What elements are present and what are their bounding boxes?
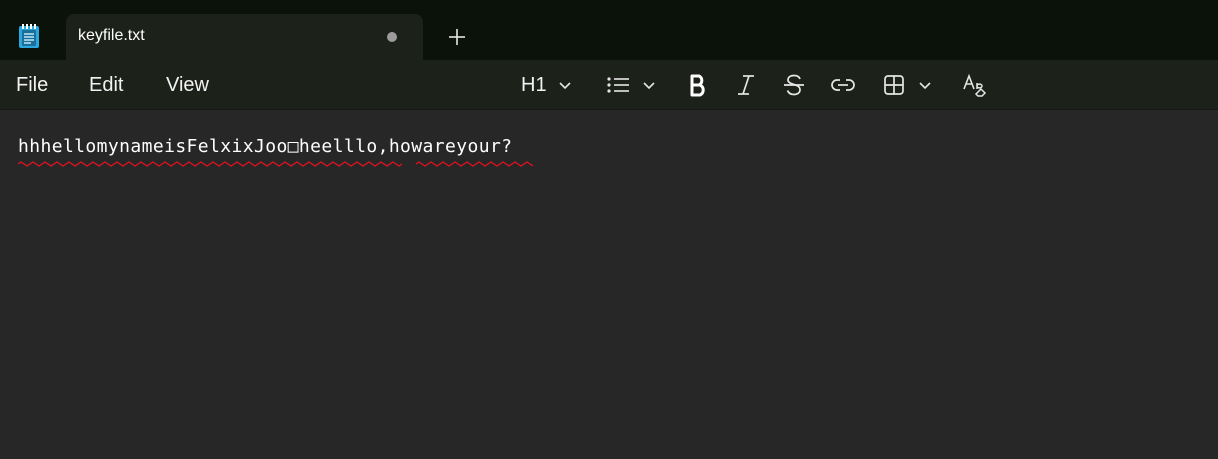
title-bar: keyfile.txt	[0, 0, 1218, 60]
menu-file[interactable]: File	[16, 74, 48, 97]
table-icon[interactable]	[882, 72, 906, 98]
notepad-icon[interactable]	[18, 23, 40, 49]
text-editor[interactable]: hhhellomynameisFelxixJoo□heelllo,howarey…	[0, 110, 1218, 459]
document-text[interactable]: hhhellomynameisFelxixJoo□heelllo,howarey…	[18, 136, 512, 157]
plus-icon[interactable]	[446, 26, 468, 48]
heading-style-dropdown[interactable]: H1	[521, 74, 547, 97]
strikethrough-icon[interactable]	[782, 72, 806, 98]
menu-view[interactable]: View	[166, 74, 209, 97]
italic-icon[interactable]	[734, 72, 758, 98]
bold-icon[interactable]	[686, 72, 710, 98]
menu-edit[interactable]: Edit	[89, 74, 123, 97]
link-icon[interactable]	[830, 72, 856, 98]
menu-bar: File Edit View	[0, 60, 1218, 110]
table-chevron-down-icon[interactable]	[917, 72, 933, 98]
unsaved-dot-icon[interactable]	[387, 32, 397, 42]
tab-title: keyfile.txt	[78, 27, 145, 44]
bulleted-list-icon[interactable]	[606, 72, 632, 98]
tab-keyfile[interactable]: keyfile.txt	[66, 14, 423, 60]
list-chevron-down-icon[interactable]	[641, 72, 657, 98]
clear-formatting-icon[interactable]	[962, 72, 988, 98]
spellcheck-underline	[18, 161, 534, 167]
heading-chevron-down-icon[interactable]	[557, 72, 573, 98]
